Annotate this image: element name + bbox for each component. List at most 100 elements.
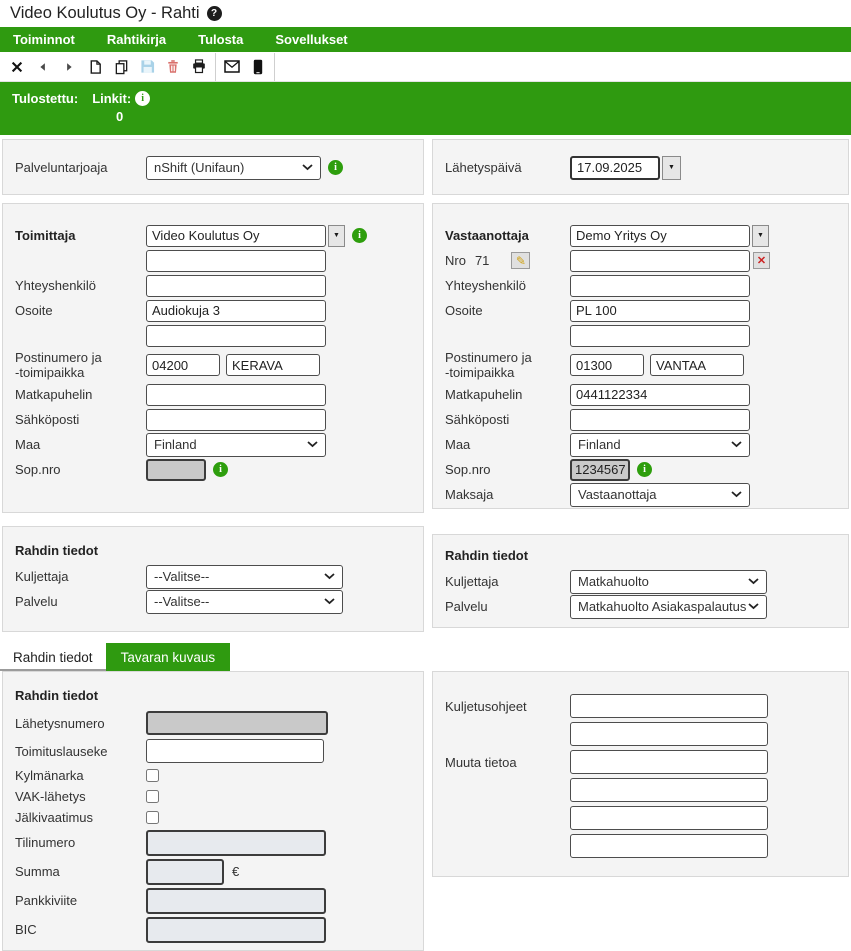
carrier-select[interactable]: Matkahuolto [570, 570, 767, 594]
vak-shipment-checkbox[interactable] [146, 790, 159, 803]
page-title: Video Koulutus Oy - Rahti [10, 4, 200, 23]
sender-mobile-label: Matkapuhelin [15, 387, 146, 402]
other-info-input-2[interactable] [570, 778, 768, 802]
sender-address2-input[interactable] [146, 325, 326, 347]
info-icon[interactable]: i [352, 228, 367, 243]
receiver-dropdown-button[interactable]: ▼ [752, 225, 769, 247]
sender-postal-code-input[interactable] [146, 354, 220, 376]
info-icon[interactable]: i [637, 462, 652, 477]
sender-mobile-input[interactable] [146, 384, 326, 406]
other-info-input-3[interactable] [570, 806, 768, 830]
next-record-icon[interactable] [57, 54, 81, 80]
new-document-icon[interactable] [83, 54, 107, 80]
freight-info-panel-right: Rahdin tiedot Kuljettaja Matkahuolto Pal… [432, 534, 849, 628]
freight-details-panel: Rahdin tiedot Lähetysnumero Toimituslaus… [2, 671, 424, 951]
transport-instructions-label: Kuljetusohjeet [445, 694, 570, 714]
chevron-down-icon [302, 164, 313, 171]
menu-item-toiminnot[interactable]: Toiminnot [13, 32, 75, 47]
tab-rahdin-tiedot[interactable]: Rahdin tiedot [0, 645, 106, 671]
info-icon[interactable]: i [328, 160, 343, 175]
sender-email-label: Sähköposti [15, 412, 146, 427]
bic-input [146, 917, 326, 943]
transport-instructions-input-2[interactable] [570, 722, 768, 746]
sender-name-input[interactable] [146, 225, 326, 247]
sender-contract-input [146, 459, 206, 481]
carrier-select[interactable]: --Valitse-- [146, 565, 343, 589]
service-select[interactable]: --Valitse-- [146, 590, 343, 614]
toolbar-separator [215, 53, 216, 81]
sender-name2-input[interactable] [146, 250, 326, 272]
receiver-title: Vastaanottaja [445, 228, 570, 243]
sender-address-input[interactable] [146, 300, 326, 322]
transport-instructions-input-1[interactable] [570, 694, 768, 718]
save-icon[interactable] [135, 54, 159, 80]
tab-tavaran-kuvaus[interactable]: Tavaran kuvaus [106, 643, 231, 671]
ship-date-label: Lähetyspäivä [445, 160, 570, 175]
receiver-postal-label: Postinumero ja -toimipaikka [445, 350, 570, 380]
edit-icon[interactable]: ✎ [511, 252, 530, 269]
cold-sensitive-checkbox[interactable] [146, 769, 159, 782]
clear-icon[interactable]: ✕ [753, 252, 770, 269]
delivery-clause-input[interactable] [146, 739, 324, 763]
receiver-mobile-input[interactable] [570, 384, 750, 406]
receiver-address2-input[interactable] [570, 325, 750, 347]
receiver-nro-value: 71 [475, 253, 489, 268]
info-icon[interactable]: i [213, 462, 228, 477]
printed-label: Tulostettu: [12, 91, 78, 106]
freight-details-title: Rahdin tiedot [15, 688, 411, 703]
ship-date-panel: Lähetyspäivä ▼ [432, 139, 849, 195]
previous-record-icon[interactable] [31, 54, 55, 80]
sender-contact-input[interactable] [146, 275, 326, 297]
ship-date-input[interactable] [570, 156, 660, 180]
receiver-address-label: Osoite [445, 303, 570, 318]
sender-postal-label: Postinumero ja -toimipaikka [15, 350, 146, 380]
menu-item-rahtikirja[interactable]: Rahtikirja [107, 32, 166, 47]
close-icon[interactable] [5, 54, 29, 80]
toolbar-separator [274, 53, 275, 81]
copy-icon[interactable] [109, 54, 133, 80]
receiver-email-input[interactable] [570, 409, 750, 431]
receiver-contact-input[interactable] [570, 275, 750, 297]
receiver-postal-code-input[interactable] [570, 354, 644, 376]
sender-panel: Toimittaja ▼ i Yhteyshenkilö Osoite [2, 203, 424, 513]
currency-symbol: € [232, 864, 239, 879]
receiver-country-select[interactable]: Finland [570, 433, 750, 457]
service-label: Palvelu [445, 599, 570, 614]
help-icon[interactable]: ? [207, 6, 222, 21]
receiver-mobile-label: Matkapuhelin [445, 387, 570, 402]
menu-item-sovellukset[interactable]: Sovellukset [275, 32, 347, 47]
provider-label: Palveluntarjoaja [15, 160, 146, 175]
bic-label: BIC [15, 922, 146, 937]
receiver-address-input[interactable] [570, 300, 750, 322]
chevron-down-icon [731, 441, 742, 448]
calendar-dropdown-button[interactable]: ▼ [662, 156, 681, 180]
payer-select[interactable]: Vastaanottaja [570, 483, 750, 507]
chevron-down-icon [748, 578, 759, 585]
receiver-email-label: Sähköposti [445, 412, 570, 427]
sum-input [146, 859, 224, 885]
account-number-label: Tilinumero [15, 835, 146, 850]
delete-icon[interactable] [161, 54, 185, 80]
receiver-name2-input[interactable] [570, 250, 750, 272]
sender-email-input[interactable] [146, 409, 326, 431]
chevron-down-icon [748, 603, 759, 610]
receiver-city-input[interactable] [650, 354, 744, 376]
email-icon[interactable] [220, 54, 244, 80]
sender-dropdown-button[interactable]: ▼ [328, 225, 345, 247]
other-info-input-4[interactable] [570, 834, 768, 858]
service-select[interactable]: Matkahuolto Asiakaspalautus [570, 595, 767, 619]
provider-select[interactable]: nShift (Unifaun) [146, 156, 321, 180]
print-icon[interactable] [187, 54, 211, 80]
cod-checkbox[interactable] [146, 811, 159, 824]
receiver-name-input[interactable] [570, 225, 750, 247]
mobile-icon[interactable] [246, 54, 270, 80]
sender-country-select[interactable]: Finland [146, 433, 326, 457]
sender-city-input[interactable] [226, 354, 320, 376]
info-icon[interactable]: i [135, 91, 150, 106]
other-info-input-1[interactable] [570, 750, 768, 774]
menu-item-tulosta[interactable]: Tulosta [198, 32, 243, 47]
sender-address-label: Osoite [15, 303, 146, 318]
sender-contract-label: Sop.nro [15, 462, 146, 477]
receiver-nro-label: Nro 71 ✎ [445, 252, 570, 269]
receiver-contact-label: Yhteyshenkilö [445, 278, 570, 293]
